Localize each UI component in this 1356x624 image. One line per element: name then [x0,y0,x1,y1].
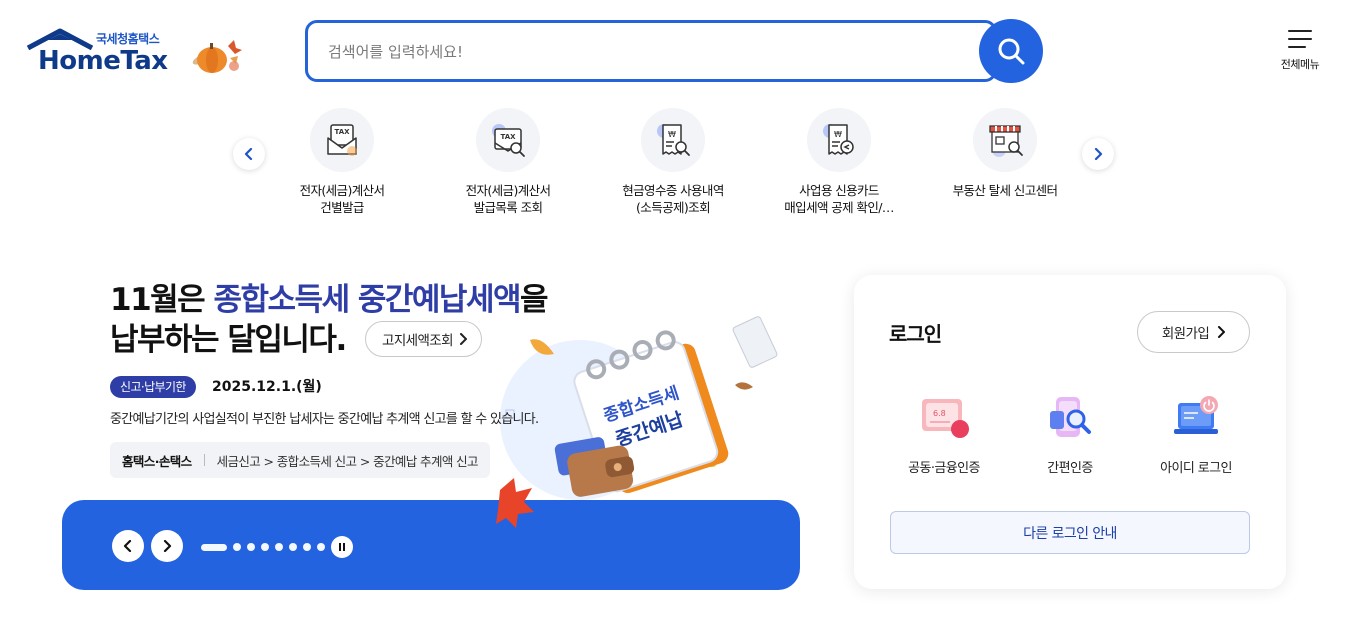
quick-item-invoice-list[interactable]: TAX 전자(세금)계산서 발급목록 조회 [433,108,583,216]
banner-next-button[interactable] [151,530,183,562]
quick-item-real-estate[interactable]: 부동산 탈세 신고센터 [930,108,1080,199]
svg-text:6.8: 6.8 [933,409,946,418]
banner-pagination [201,543,325,551]
search-input[interactable] [328,39,968,65]
pagination-dot[interactable] [201,543,227,551]
banner-pause-button[interactable] [331,536,353,558]
all-menu-button[interactable]: 전체메뉴 [1272,28,1328,72]
pagination-dot[interactable] [289,543,297,551]
pagination-dot[interactable] [261,543,269,551]
login-title: 로그인 [889,322,942,346]
banner-description: 중간예납기간의 사업실적이 부진한 납세자는 중간예납 추계액 신고를 할 수 … [110,412,539,427]
banner-title-line2: 납부하는 달입니다. [110,322,347,358]
pagination-dot[interactable] [233,543,241,551]
svg-text:₩: ₩ [834,130,842,139]
quick-item-label: 전자(세금)계산서 건별발급 [299,183,385,215]
chevron-left-icon [244,148,253,160]
chevron-right-icon [1094,148,1103,160]
quick-item-label: 사업용 신용카드 매입세액 공제 확인/… [784,183,894,215]
pagination-dot[interactable] [303,543,311,551]
chevron-right-icon [163,540,172,552]
pagination-dot[interactable] [317,543,325,551]
chevron-left-icon [123,540,132,552]
certificate-icon: 6.8 [914,391,974,445]
deadline-date: 2025.12.1.(월) [212,379,322,395]
quick-item-label: 전자(세금)계산서 발급목록 조회 [465,183,551,215]
search-button[interactable] [979,19,1043,83]
store-search-icon [973,108,1037,172]
quick-item-invoice-issue[interactable]: TAX 전자(세금)계산서 건별발급 [267,108,417,216]
tax-search-icon: TAX [476,108,540,172]
logo-subtitle: 국세청홈택스 [96,32,160,46]
banner-prev-button[interactable] [112,530,144,562]
quick-menu-next-button[interactable] [1082,138,1114,170]
pagination-dot[interactable] [247,543,255,551]
svg-text:₩: ₩ [668,130,676,139]
autumn-pumpkin-icon [192,40,242,73]
search-icon [998,38,1025,65]
simple-auth-login[interactable]: 간편인증 [1010,391,1130,476]
tax-envelope-icon: TAX [310,108,374,172]
all-menu-label: 전체메뉴 [1280,58,1320,71]
menu-path: 홈택스·손택스 세금신고 > 종합소득세 신고 > 중간예납 추계액 신고 [110,442,490,478]
main-banner: 종합소득세 중간예납 11월은 종합소득세 중간예납세액을 납부하는 달입니다.… [60,260,800,590]
other-login-button[interactable]: 다른 로그인 안내 [890,511,1250,554]
quick-menu-prev-button[interactable] [233,138,265,170]
id-login[interactable]: 아이디 로그인 [1136,391,1256,476]
banner-title: 11월은 종합소득세 중간예납세액을 [110,282,549,318]
quick-item-cash-receipt[interactable]: ₩ 현금영수증 사용내역 (소득공제)조회 [598,108,748,216]
chevron-right-icon [1218,326,1226,338]
quick-item-label: 부동산 탈세 신고센터 [952,183,1058,198]
quick-item-credit-card[interactable]: ₩ 사업용 신용카드 매입세액 공제 확인/… [764,108,914,216]
receipt-search-icon: ₩ [641,108,705,172]
search-box[interactable] [305,20,997,82]
hamburger-icon [1288,28,1312,48]
quick-item-label: 현금영수증 사용내역 (소득공제)조회 [622,183,724,215]
login-panel: 로그인 회원가입 6.8 공동·금융인증 간편인증 아이디 로그인 다른 로그인… [854,275,1286,589]
tax-lookup-button[interactable]: 고지세액조회 [365,321,482,357]
logo-text: HomeTax [38,46,168,76]
receipt-check-icon: ₩ [807,108,871,172]
simple-auth-icon [1040,391,1100,445]
deadline-badge: 신고·납부기한 [110,376,196,398]
chevron-right-icon [459,333,467,345]
signup-button[interactable]: 회원가입 [1137,311,1250,353]
svg-text:TAX: TAX [500,133,516,141]
hometax-logo[interactable]: 국세청홈택스 HomeTax [24,26,246,82]
pause-icon [339,543,345,551]
svg-text:TAX: TAX [334,128,350,136]
certificate-login[interactable]: 6.8 공동·금융인증 [884,391,1004,476]
id-login-icon [1166,391,1226,445]
pagination-dot[interactable] [275,543,283,551]
